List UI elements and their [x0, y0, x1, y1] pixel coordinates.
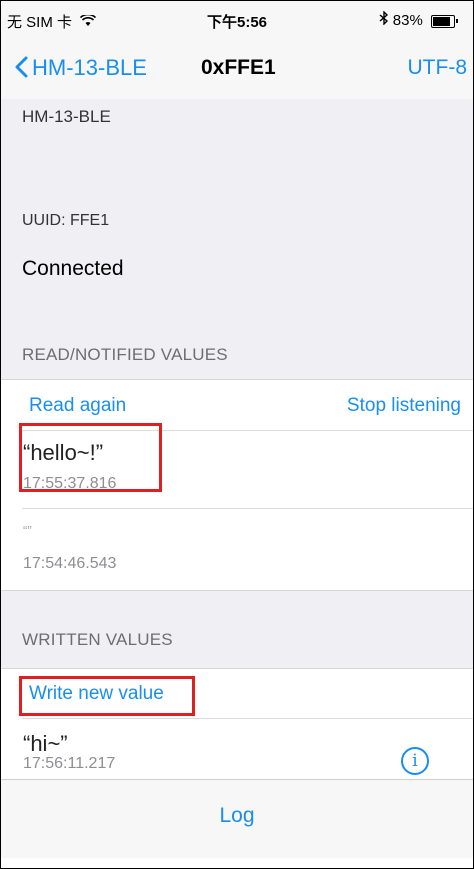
info-icon[interactable]: i	[401, 747, 429, 775]
stop-listening-button[interactable]: Stop listening	[347, 395, 461, 417]
page-title: 0xFFE1	[201, 56, 276, 79]
highlight-box-read-value	[19, 423, 162, 492]
log-button[interactable]: Log	[1, 804, 473, 828]
battery-icon	[431, 14, 458, 28]
status-right: 83%	[379, 10, 458, 29]
chevron-left-icon	[15, 56, 28, 78]
back-label: HM-13-BLE	[32, 55, 147, 80]
bluetooth-icon	[379, 10, 393, 29]
uuid-label: UUID: FFE1	[22, 212, 110, 229]
battery-fill	[433, 16, 450, 26]
highlight-box-write-button	[19, 676, 195, 716]
read-timestamp: 17:54:46.543	[23, 555, 117, 572]
written-section-header: WRITTEN VALUES	[22, 630, 173, 649]
read-again-button[interactable]: Read again	[29, 395, 126, 417]
content-area[interactable]: HM-13-BLE UUID: FFE1 Connected READ/NOTI…	[1, 99, 473, 785]
connection-status: Connected	[22, 257, 124, 280]
read-value: “”	[23, 523, 32, 538]
written-timestamp: 17:56:11.217	[23, 755, 116, 772]
read-section-header: READ/NOTIFIED VALUES	[22, 345, 228, 364]
app-frame: 无 SIM 卡 下午5:56 83% HM-13-BLE 0xFFE1 UTF-…	[0, 0, 474, 869]
peripheral-name: HM-13-BLE	[22, 107, 111, 126]
encoding-button[interactable]: UTF-8	[408, 56, 468, 80]
back-button[interactable]: HM-13-BLE	[15, 55, 147, 81]
navigation-bar: HM-13-BLE 0xFFE1 UTF-8	[1, 39, 473, 100]
peripheral-info: HM-13-BLE UUID: FFE1 Connected	[1, 99, 473, 339]
battery-percent: 83%	[392, 12, 423, 29]
status-bar: 无 SIM 卡 下午5:56 83%	[1, 1, 473, 39]
written-value: “hi~”	[23, 731, 68, 756]
bottom-toolbar: Log	[1, 779, 473, 858]
